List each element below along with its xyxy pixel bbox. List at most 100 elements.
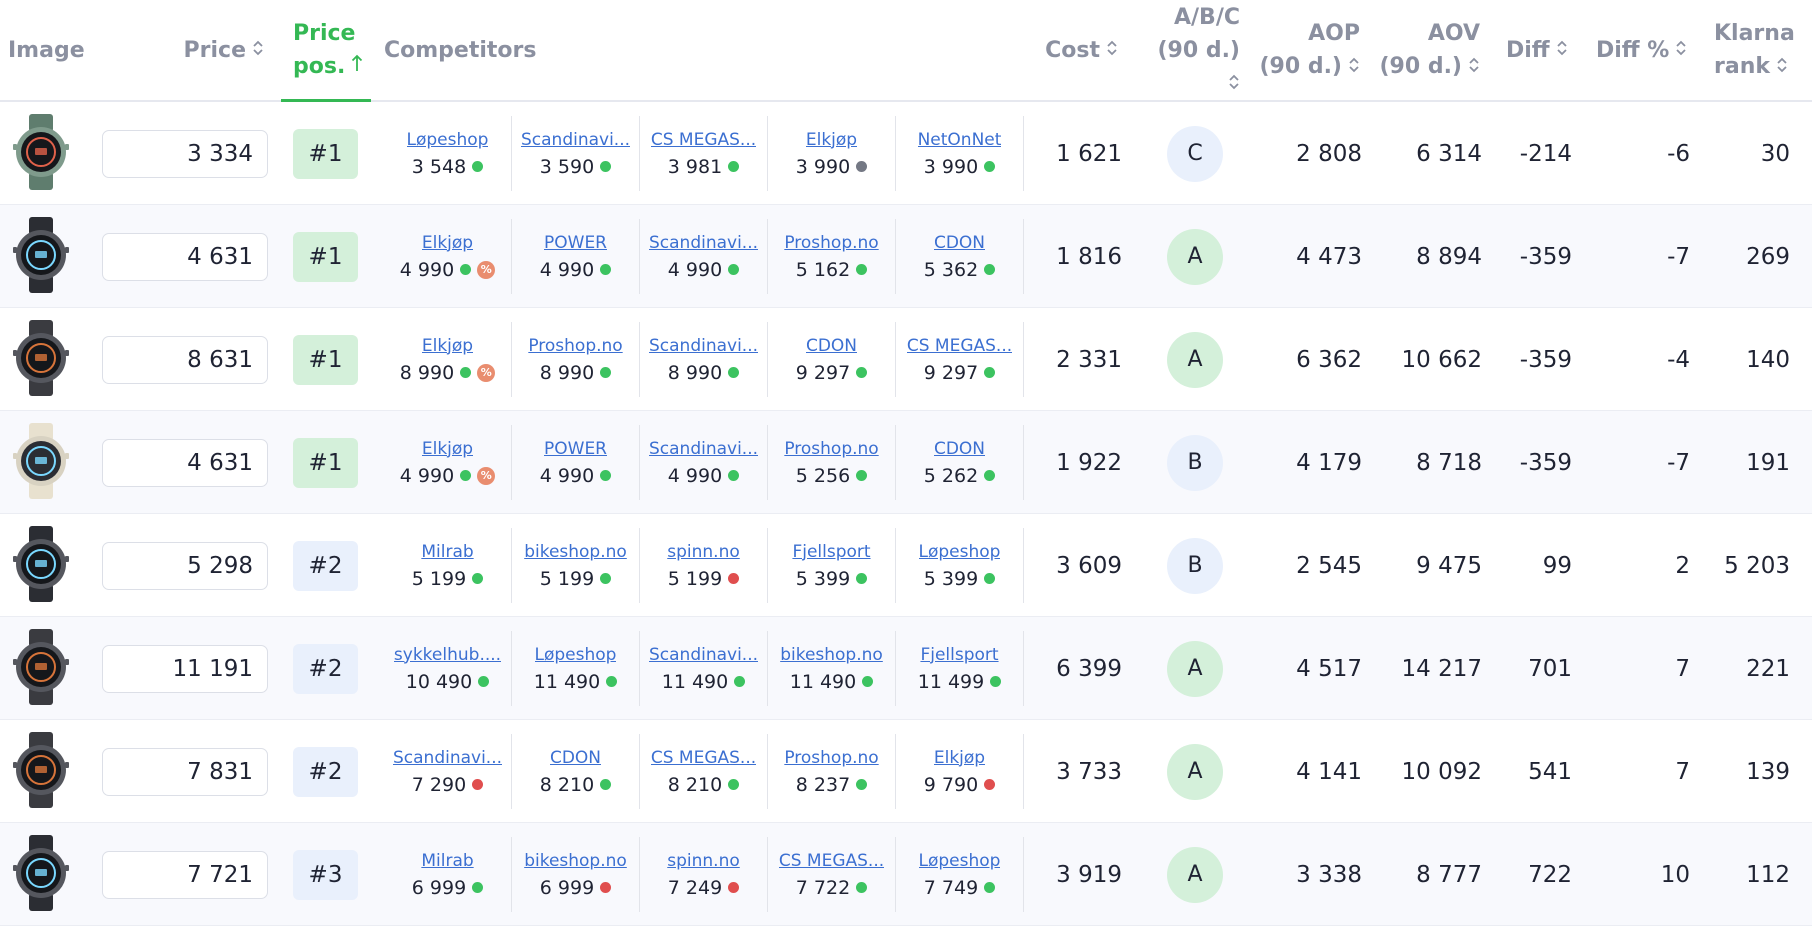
competitor-link[interactable]: POWER [544,439,607,459]
competitor-cell: POWER 4 990 [512,425,640,500]
abc-cell: A [1167,205,1223,308]
product-image[interactable] [8,102,74,205]
header-cost[interactable]: Cost [1030,0,1118,100]
header-price-pos[interactable]: Price pos. [281,0,371,102]
competitor-link[interactable]: Scandinavi... [649,439,758,459]
competitor-link[interactable]: CS MEGAS... [907,336,1012,356]
competitor-link[interactable]: Løpeshop [535,645,617,665]
price-cell [102,514,268,617]
diff-value: -359 [1519,449,1572,476]
competitor-link[interactable]: sykkelhub.... [394,645,501,665]
price-input[interactable] [102,438,268,487]
competitor-cell: Løpeshop 7 749 [896,837,1024,912]
price-input[interactable] [102,232,268,281]
competitor-link[interactable]: Milrab [421,851,473,871]
header-klarna-rank[interactable]: Klarna rank [1714,0,1804,100]
competitor-link[interactable]: Scandinavi... [649,645,758,665]
product-image[interactable] [8,617,74,720]
stock-status-dot-icon [600,882,612,893]
stock-status-dot-icon [478,676,490,687]
table-header: Image Price Price pos. Competitors Cost … [0,0,1812,102]
competitor-price-wrap: 5 199 [412,568,484,590]
header-abc[interactable]: A/B/C (90 d.) [1140,0,1240,100]
competitor-link[interactable]: Elkjøp [934,748,985,768]
table-row[interactable]: #1 Elkjøp 4 990% POWER 4 990 Scandinavi... 4 9… [0,205,1812,308]
product-image[interactable] [8,411,74,514]
competitor-link[interactable]: bikeshop.no [780,645,883,665]
competitor-link[interactable]: Scandinavi... [393,748,502,768]
price-input[interactable] [102,335,268,384]
competitor-link[interactable]: CDON [806,336,857,356]
header-aop-line2: (90 d.) [1259,54,1343,79]
competitor-link[interactable]: Elkjøp [806,130,857,150]
competitor-link[interactable]: Elkjøp [422,439,473,459]
competitor-link[interactable]: CDON [934,233,985,253]
product-image[interactable] [8,720,74,823]
abc-badge: A [1167,228,1223,285]
competitor-link[interactable]: Løpeshop [919,542,1001,562]
competitor-link[interactable]: bikeshop.no [524,542,627,562]
competitor-price: 3 990 [923,155,979,178]
header-aov[interactable]: AOV (90 d.) [1378,0,1481,100]
product-image[interactable] [8,823,74,926]
competitor-link[interactable]: spinn.no [667,542,740,562]
competitor-price-wrap: 6 999 [539,876,612,899]
competitor-link[interactable]: Proshop.no [784,748,878,768]
competitor-price-wrap: 5 256 [796,465,868,487]
competitor-link[interactable]: Løpeshop [407,130,489,150]
klarna-rank-value: 30 [1760,140,1790,167]
price-input[interactable] [102,541,268,590]
price-input[interactable] [102,747,268,796]
competitor-link[interactable]: spinn.no [667,851,740,871]
price-input[interactable] [102,644,268,693]
competitor-link[interactable]: Scandinavi... [649,336,758,356]
product-image[interactable] [8,514,74,617]
competitor-link[interactable]: CS MEGAS... [779,851,884,871]
competitor-price-wrap: 4 990 [668,259,740,281]
competitor-link[interactable]: NetOnNet [918,130,1002,150]
competitor-link[interactable]: Proshop.no [784,233,878,253]
table-row[interactable]: #2 Milrab 5 199 bikeshop.no 5 199 spinn.no 5 1… [0,514,1812,617]
product-image[interactable] [8,308,74,411]
header-diff[interactable]: Diff [1506,0,1570,100]
table-row[interactable]: #1 Elkjøp 4 990% POWER 4 990 Scandinavi... 4 9… [0,411,1812,514]
price-input[interactable] [102,850,268,899]
header-aop-line2-wrap: (90 d.) [1260,50,1361,83]
diff-value: -359 [1519,243,1572,270]
competitor-price: 8 990 [539,361,595,384]
header-aop[interactable]: AOP (90 d.) [1258,0,1361,100]
competitor-cell: Proshop.no 5 256 [768,425,896,500]
header-diff-pct[interactable]: Diff % [1596,0,1688,100]
header-price[interactable]: Price [160,0,264,100]
competitor-link[interactable]: Scandinavi... [521,130,630,150]
competitor-price-wrap: 5 399 [924,568,996,590]
competitor-link[interactable]: Proshop.no [784,439,878,459]
product-image[interactable] [8,205,74,308]
header-price-label: Price [183,37,246,63]
header-image[interactable]: Image [8,0,85,100]
competitor-link[interactable]: bikeshop.no [524,851,627,871]
competitor-price: 6 999 [539,876,595,899]
competitor-link[interactable]: Proshop.no [528,336,622,356]
competitor-link[interactable]: Elkjøp [422,233,473,253]
competitor-link[interactable]: CDON [934,439,985,459]
competitor-link[interactable]: POWER [544,233,607,253]
table-row[interactable]: #2sykkelhub....10 490Løpeshop11 490Scand… [0,617,1812,720]
competitor-link[interactable]: Fjellsport [920,645,998,665]
price-cell [102,102,268,205]
abc-badge: B [1167,434,1223,491]
competitor-link[interactable]: Elkjøp [422,336,473,356]
diff-value: 701 [1528,655,1572,682]
table-row[interactable]: #2Scandinavi...7 290CDON8 210CS MEGAS...… [0,720,1812,823]
competitor-link[interactable]: Milrab [421,542,473,562]
table-row[interactable]: #1Elkjøp8 990%Proshop.no8 990Scandinavi.… [0,308,1812,411]
competitor-link[interactable]: CS MEGAS... [651,130,756,150]
competitor-link[interactable]: CDON [550,748,601,768]
table-row[interactable]: #3 Milrab 6 999 bikeshop.no 6 999 spinn.no 7 2… [0,823,1812,926]
competitor-link[interactable]: Løpeshop [919,851,1001,871]
price-input[interactable] [102,129,268,178]
competitor-link[interactable]: Fjellsport [792,542,870,562]
competitor-link[interactable]: Scandinavi... [649,233,758,253]
table-row[interactable]: #1 Løpeshop 3 548 Scandinavi... 3 590 CS MEGA… [0,102,1812,205]
competitor-link[interactable]: CS MEGAS... [651,748,756,768]
